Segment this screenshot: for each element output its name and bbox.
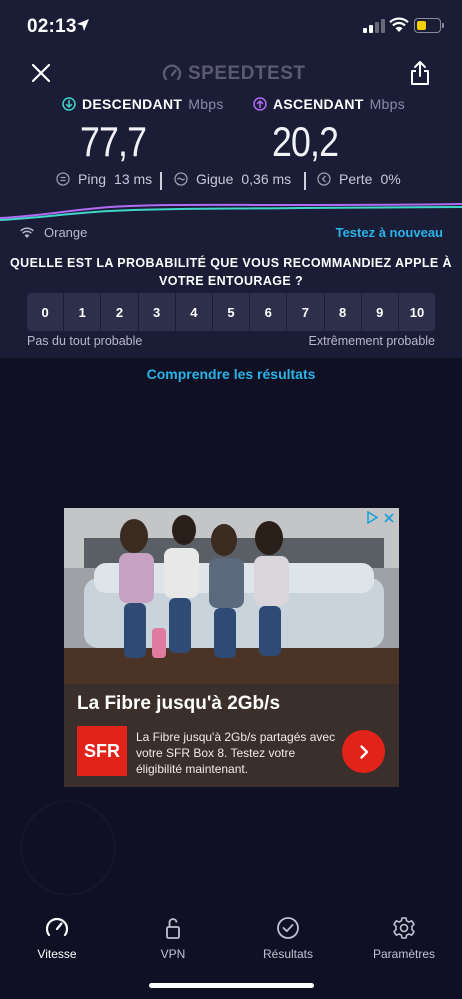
home-indicator[interactable] (149, 983, 314, 988)
understand-results-link[interactable]: Comprendre les résultats (0, 366, 462, 382)
upload-unit: Mbps (369, 96, 406, 112)
retest-button[interactable]: Testez à nouveau (336, 225, 443, 240)
gauge-logo-icon (162, 64, 182, 81)
stats-divider (160, 172, 162, 190)
tab-label: Paramètres (372, 947, 436, 961)
rating-option[interactable]: 1 (64, 293, 102, 331)
wifi-small-icon (20, 226, 34, 238)
tab-label: Vitesse (37, 947, 77, 961)
ad-cta-button[interactable] (342, 730, 385, 773)
tab-results[interactable]: Résultats (242, 915, 334, 961)
rating-scale: 0 1 2 3 4 5 6 7 8 9 10 (27, 293, 435, 331)
rating-low-label: Pas du tout probable (27, 334, 143, 348)
rating-option[interactable]: 6 (250, 293, 288, 331)
download-arrow-icon (62, 97, 76, 111)
ping-stat: Ping 13 ms (56, 171, 152, 187)
rating-option[interactable]: 4 (176, 293, 213, 331)
ad-description: La Fibre jusqu'à 2Gb/s partagés avec vot… (136, 730, 336, 776)
brand-name: SPEEDTEST (188, 63, 306, 84)
rating-option[interactable]: 5 (213, 293, 251, 331)
speed-graph (0, 203, 462, 221)
ad-close-icon[interactable] (383, 512, 395, 524)
loss-value: 0% (380, 171, 401, 187)
rating-option[interactable]: 9 (362, 293, 399, 331)
ping-value: 13 ms (114, 171, 153, 187)
rating-high-label: Extrêmement probable (308, 334, 435, 348)
rating-option[interactable]: 8 (325, 293, 362, 331)
tab-vpn[interactable]: VPN (127, 915, 219, 961)
tab-speed[interactable]: Vitesse (11, 915, 103, 961)
upload-title: ASCENDANT (273, 96, 364, 112)
share-icon[interactable] (408, 60, 432, 86)
download-label: DESCENDANT Mbps (62, 96, 224, 112)
sfr-logo: SFR (77, 726, 127, 776)
rating-option[interactable]: 2 (101, 293, 139, 331)
isp-name: Orange (44, 225, 88, 240)
rating-option[interactable]: 10 (399, 293, 435, 331)
status-bar: 02:13 (0, 0, 462, 52)
tab-settings[interactable]: Paramètres (358, 915, 450, 961)
tab-label: VPN (160, 947, 186, 961)
network-provider: Orange (20, 225, 87, 240)
cellular-signal-icon (363, 19, 385, 33)
upload-value: 20,2 (272, 118, 339, 165)
upload-label: ASCENDANT Mbps (253, 96, 405, 112)
chevron-right-icon (359, 744, 368, 759)
ad-photo (64, 508, 399, 684)
loss-stat: Perte 0% (317, 171, 401, 187)
download-value: 77,7 (80, 118, 147, 165)
packet-loss-icon (317, 172, 331, 186)
stats-divider (304, 172, 306, 190)
speedometer-icon (45, 917, 69, 937)
check-circle-icon (277, 917, 299, 939)
download-unit: Mbps (188, 96, 224, 112)
tab-label: Résultats (262, 947, 314, 961)
rating-option[interactable]: 3 (139, 293, 176, 331)
download-title: DESCENDANT (82, 96, 183, 112)
jitter-label: Gigue (196, 171, 234, 187)
rating-option[interactable]: 7 (287, 293, 325, 331)
jitter-icon (174, 172, 188, 186)
upload-arrow-icon (253, 97, 267, 111)
faded-background-badge (20, 800, 116, 896)
advertisement[interactable]: La Fibre jusqu'à 2Gb/s SFR La Fibre jusq… (64, 508, 399, 787)
adchoices-icon[interactable] (366, 511, 379, 524)
ping-label: Ping (78, 171, 107, 187)
gear-icon (393, 917, 415, 939)
latency-stats: Ping 13 ms Gigue 0,36 ms Perte 0% (0, 171, 462, 191)
loss-label: Perte (339, 171, 373, 187)
battery-icon (414, 18, 441, 33)
rating-option[interactable]: 0 (27, 293, 65, 331)
ad-title: La Fibre jusqu'à 2Gb/s (77, 693, 281, 714)
jitter-stat: Gigue 0,36 ms (174, 171, 291, 187)
lock-icon (166, 918, 180, 939)
speedtest-logo: SPEEDTEST (162, 62, 305, 86)
ad-choices[interactable] (366, 511, 395, 524)
close-icon[interactable] (30, 62, 52, 84)
status-time: 02:13 (27, 16, 77, 37)
wifi-icon (389, 17, 409, 32)
jitter-value: 0,36 ms (241, 171, 292, 187)
location-arrow-icon (77, 19, 89, 31)
ping-icon (56, 172, 70, 186)
survey-question: QUELLE EST LA PROBABILITÉ QUE VOUS RECOM… (10, 256, 452, 288)
